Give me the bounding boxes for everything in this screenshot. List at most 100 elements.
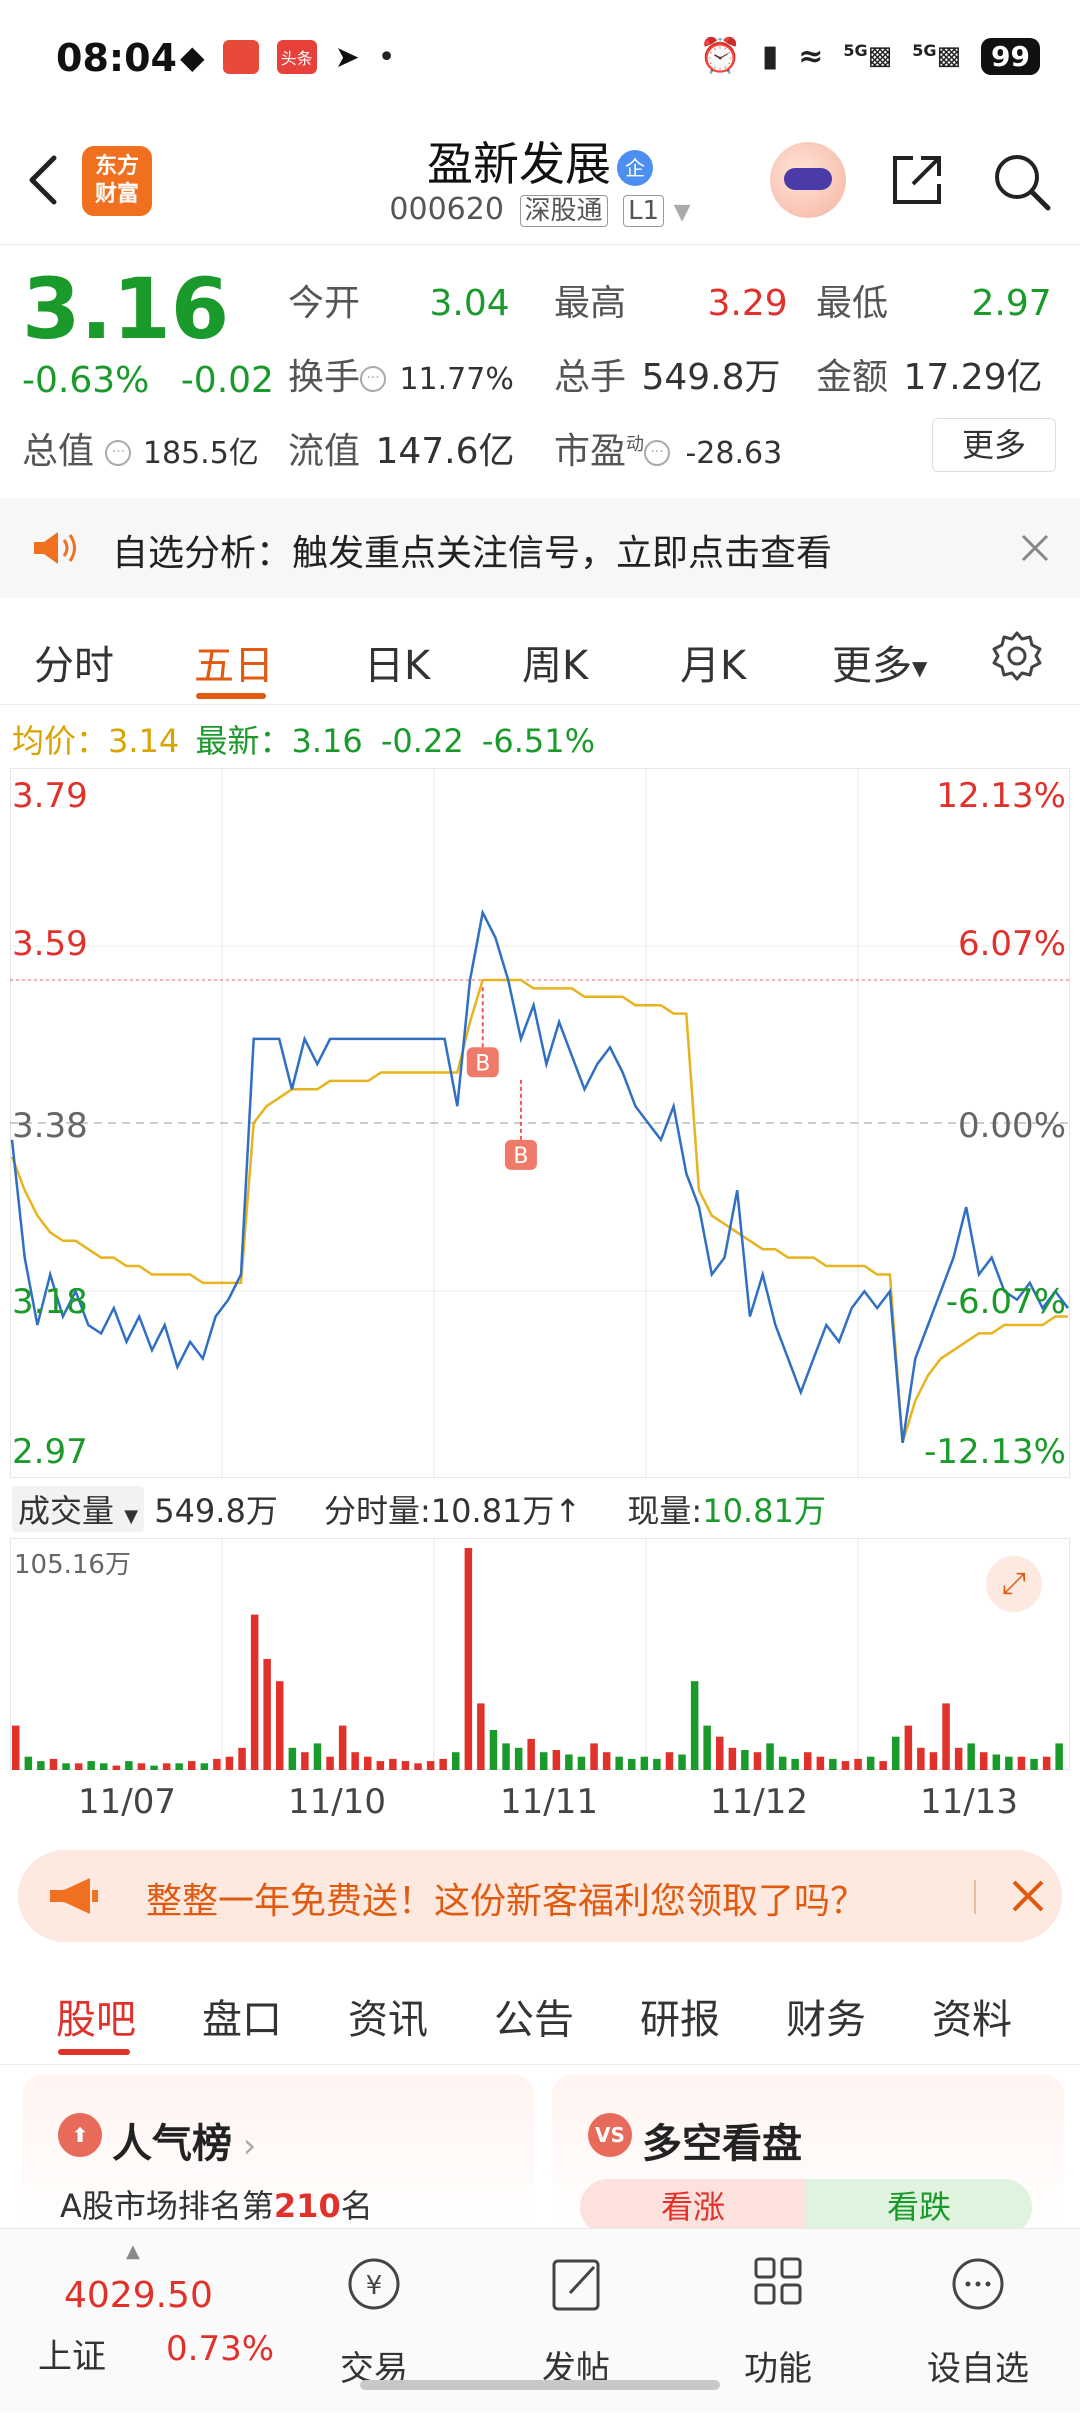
share-icon[interactable]	[885, 148, 949, 212]
analysis-alert[interactable]: 自选分析：触发重点关注信号，立即点击查看	[0, 498, 1080, 598]
volume-bar	[1017, 1756, 1026, 1770]
arrow-up-icon: ↑	[554, 1492, 582, 1530]
volume-bar	[401, 1761, 410, 1770]
latest-value: 3.16	[291, 722, 363, 760]
latest-change: -0.22	[380, 722, 464, 760]
y-tick-right-2: 0.00%	[957, 1106, 1066, 1146]
volume-bar	[804, 1752, 812, 1770]
vs-icon: VS	[588, 2113, 632, 2157]
volume-bar	[137, 1763, 146, 1770]
volume-bar	[313, 1743, 322, 1770]
bullish-button[interactable]: 看涨	[580, 2179, 806, 2235]
info-icon[interactable]: ···	[105, 440, 132, 466]
tick-volume-label: 分时量:	[324, 1492, 431, 1530]
volume-bar	[653, 1758, 661, 1770]
volume-bar	[464, 1548, 473, 1770]
add-watchlist-icon	[952, 2258, 1004, 2310]
volume-bar	[703, 1725, 711, 1770]
y-tick-left-2: 3.38	[12, 1106, 88, 1146]
popularity-title-text: 人气榜	[112, 2121, 232, 2167]
alarm-icon: ⏰	[699, 36, 742, 76]
tab-announcements[interactable]: 公告	[494, 1987, 574, 2045]
volume-selector[interactable]: 成交量 ▼	[12, 1486, 145, 1532]
tab-news[interactable]: 资讯	[348, 1987, 428, 2045]
volume-bar	[753, 1752, 762, 1770]
toutiao-icon: 头条	[276, 40, 317, 74]
volume-bar	[628, 1758, 636, 1770]
high-cell: 最高 3.29	[554, 274, 788, 326]
tab-profile[interactable]: 资料	[932, 1987, 1012, 2045]
expand-icon[interactable]: ⤢	[986, 1556, 1042, 1612]
stock-name: 盈新发展	[427, 137, 611, 191]
content-tabs: 股吧 盘口 资讯 公告 研报 财务 资料	[0, 1965, 1080, 2065]
volume-bar	[351, 1752, 359, 1770]
avg-value: 3.14	[108, 722, 180, 760]
tab-financials[interactable]: 财务	[786, 1987, 866, 2045]
latest-label: 最新：	[195, 722, 292, 760]
tab-monthly-k[interactable]: 月K	[680, 633, 746, 691]
ranking-icon: ⬆	[58, 2113, 102, 2157]
level-tag: L1	[623, 195, 665, 227]
y-tick-right-4: -12.13%	[924, 1432, 1066, 1472]
more-button[interactable]: 更多	[932, 418, 1056, 472]
assistant-robot-icon[interactable]	[770, 142, 846, 218]
avg-label: 均价：	[12, 722, 109, 760]
svg-text:¥: ¥	[366, 2271, 383, 2301]
amount-value: 17.29亿	[903, 357, 1043, 398]
nav-add-watchlist[interactable]: 设自选	[918, 2341, 1038, 2390]
tab-daily-k[interactable]: 日K	[364, 633, 430, 691]
info-icon[interactable]: ···	[644, 440, 671, 466]
signal-icon-1: 5G▩	[843, 41, 893, 71]
promo-banner[interactable]: 整整一年免费送！这份新客福利您领取了吗？	[18, 1850, 1062, 1942]
tab-intraday[interactable]: 分时	[34, 633, 114, 691]
dropdown-icon[interactable]: ▼	[674, 200, 691, 225]
volume-bar	[150, 1765, 158, 1770]
volume-bar	[690, 1681, 699, 1770]
tab-weekly-k[interactable]: 周K	[522, 633, 588, 691]
volume-bar	[62, 1763, 70, 1770]
volume-label: 成交量	[18, 1492, 115, 1530]
tab-five-day[interactable]: 五日	[194, 633, 274, 691]
tab-orderbook[interactable]: 盘口	[202, 1987, 282, 2045]
volume-bar	[263, 1659, 271, 1770]
volume-value: 549.8万	[641, 357, 781, 398]
nav-functions[interactable]: 功能	[718, 2341, 838, 2390]
index-ticker[interactable]: ▲ 4029.50 上证 0.73%	[0, 2229, 290, 2413]
change-row: -0.63% -0.02	[22, 360, 274, 401]
gear-icon[interactable]	[990, 629, 1044, 683]
latest-percent: -6.51%	[481, 722, 596, 760]
signal-icon-2: 5G▩	[912, 41, 962, 71]
search-icon[interactable]	[990, 150, 1052, 212]
stock-header: 东方 财富 盈新发展企 000620 深股通 L1 ▼	[0, 120, 1080, 245]
popularity-card[interactable]: ⬆ 人气榜 › A股市场排名第210名	[22, 2075, 534, 2235]
stock-code: 000620	[389, 192, 504, 227]
volume-bar	[615, 1756, 623, 1770]
volume-bar	[188, 1761, 196, 1770]
volume-bar	[766, 1743, 774, 1770]
volume-bar	[426, 1761, 435, 1770]
caret-down-icon: ▼	[124, 1506, 139, 1527]
close-icon[interactable]	[1008, 1876, 1048, 1916]
promo-text: 整整一年免费送！这份新客福利您领取了吗？	[146, 1881, 867, 1922]
bearish-button[interactable]: 看跌	[806, 2179, 1032, 2235]
tab-research[interactable]: 研报	[640, 1987, 720, 2045]
active-tab-indicator	[58, 2049, 130, 2055]
float-cap-value: 147.6亿	[375, 431, 515, 472]
volume-bar	[452, 1752, 460, 1770]
info-icon[interactable]: ···	[360, 366, 387, 392]
long-short-title: 多空看盘	[642, 2121, 802, 2167]
close-icon[interactable]	[1015, 528, 1055, 568]
home-indicator[interactable]	[360, 2380, 720, 2390]
volume-bar	[841, 1761, 850, 1770]
volume-chart[interactable]	[10, 1538, 1070, 1770]
five-day-price-chart[interactable]: BB	[10, 768, 1070, 1478]
x-tick-date-0: 11/07	[78, 1782, 176, 1822]
tab-forum[interactable]: 股吧	[56, 1987, 136, 2045]
volume-bar	[301, 1752, 309, 1770]
volume-bar	[200, 1763, 209, 1770]
y-tick-left-1: 3.59	[12, 924, 88, 964]
tab-more[interactable]: 更多▼	[832, 633, 927, 691]
long-short-card[interactable]: VS 多空看盘 看涨 看跌	[552, 2075, 1064, 2235]
index-value: 4029.50	[64, 2275, 213, 2316]
clock: 08:04	[56, 36, 177, 80]
